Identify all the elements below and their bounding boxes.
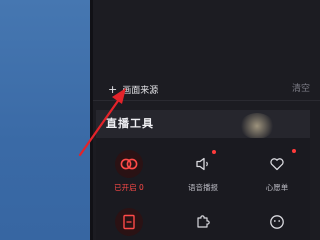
live-tools-panel: + 画面来源 清空 直播工具 已开启 0 语音播报 心愿单 [90,0,320,240]
add-source-label: 画面来源 [122,85,159,96]
tool-enabled[interactable]: 已开启 0 [104,144,154,194]
smile-icon [263,208,291,236]
tool-voice-broadcast-label: 语音播报 [188,183,218,192]
tool-enabled-label: 已开启 0 [114,183,144,192]
document-icon [115,208,143,236]
tool-voice-broadcast[interactable]: 语音播报 [178,144,228,194]
voice-broadcast-badge [212,150,216,154]
tool-emoji[interactable] [252,202,302,240]
add-source-button[interactable]: + 画面来源 [108,81,158,97]
tool-wishlist-label: 心愿单 [265,183,289,192]
clear-button[interactable]: 清空 [292,81,310,97]
plus-icon: + [108,82,118,96]
tools-header: 直播工具 [96,110,310,138]
desktop-background [0,0,90,240]
tools-title: 直播工具 [106,117,154,130]
cursor-glow [240,113,274,139]
wishlist-badge [292,149,296,153]
tool-document[interactable] [104,202,154,240]
heart-icon [263,150,291,178]
tool-plugin[interactable] [178,202,228,240]
speaker-icon [189,150,217,178]
source-row: + 画面来源 清空 [90,78,320,101]
dual-circle-icon [115,150,143,178]
puzzle-icon [189,208,217,236]
tools-grid: 已开启 0 语音播报 心愿单 [96,138,310,240]
panel-edge [90,0,93,240]
tool-wishlist[interactable]: 心愿单 [252,144,302,194]
